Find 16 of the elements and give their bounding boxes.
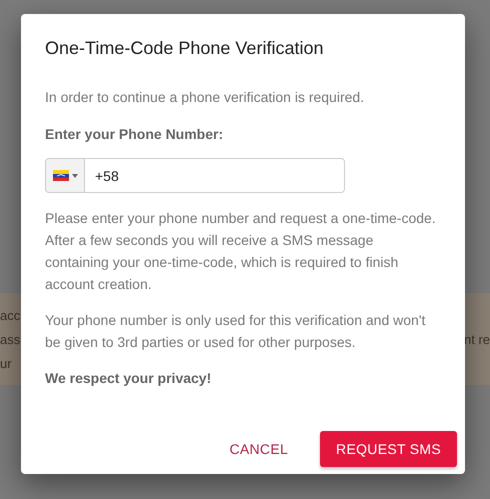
intro-text: In order to continue a phone verification is required.	[45, 88, 366, 107]
request-sms-button[interactable]: REQUEST SMS	[320, 431, 457, 467]
dialog-title: One-Time-Code Phone Verification	[45, 37, 324, 60]
phone-label: Enter your Phone Number:	[45, 126, 224, 142]
instructions-text: Please enter your phone number and request a one-time-code. After a few seconds you will receive a SMS message containing your one-time-code, which is required to finish account creation.	[45, 209, 437, 294]
banner-text: ur	[0, 355, 13, 373]
flag-icon	[52, 170, 68, 181]
cancel-button[interactable]: CANCEL	[213, 431, 304, 467]
banner-text: nt re	[464, 331, 490, 349]
banner-text: ass	[0, 331, 20, 349]
phone-field[interactable]: +58	[45, 158, 345, 193]
country-select[interactable]	[46, 159, 85, 192]
privacy-text: Your phone number is only used for this verification and won't be given to 3rd parties or used for other purposes.	[45, 311, 426, 352]
privacy-slogan: We respect your privacy!	[45, 369, 212, 388]
banner-text: acc	[0, 307, 20, 325]
caret-icon	[72, 174, 78, 178]
